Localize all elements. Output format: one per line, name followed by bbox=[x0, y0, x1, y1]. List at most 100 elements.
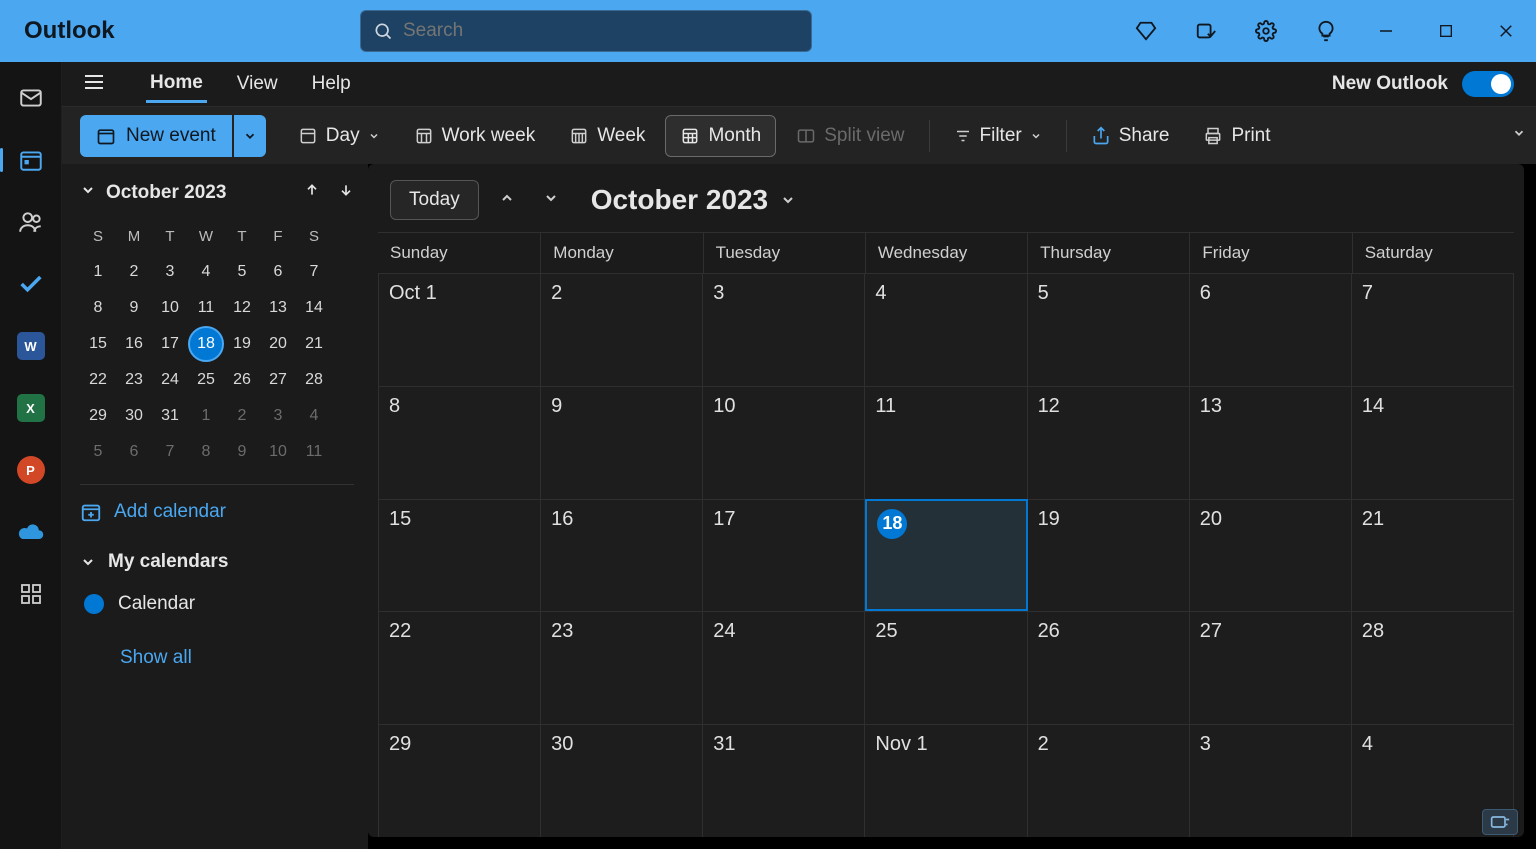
mini-day[interactable]: 11 bbox=[296, 434, 332, 470]
mini-day[interactable]: 2 bbox=[224, 398, 260, 434]
nav-toggle-icon[interactable] bbox=[82, 70, 110, 99]
today-button[interactable]: Today bbox=[390, 180, 479, 220]
mini-day[interactable]: 4 bbox=[296, 398, 332, 434]
day-cell[interactable]: 23 bbox=[541, 611, 703, 724]
rail-mail[interactable] bbox=[11, 78, 51, 118]
day-cell[interactable]: 13 bbox=[1190, 386, 1352, 499]
calendar-list-item[interactable]: Calendar bbox=[80, 593, 354, 615]
my-calendars-section[interactable]: My calendars bbox=[80, 551, 354, 573]
mini-day[interactable]: 13 bbox=[260, 290, 296, 326]
day-cell[interactable]: 25 bbox=[865, 611, 1027, 724]
day-cell[interactable]: 28 bbox=[1352, 611, 1514, 724]
new-outlook-toggle[interactable] bbox=[1462, 71, 1514, 97]
mini-day[interactable]: 7 bbox=[152, 434, 188, 470]
mini-day[interactable]: 27 bbox=[260, 362, 296, 398]
tab-home[interactable]: Home bbox=[146, 66, 207, 103]
day-cell[interactable]: 4 bbox=[865, 273, 1027, 386]
rail-todo[interactable] bbox=[11, 264, 51, 304]
mini-day[interactable]: 29 bbox=[80, 398, 116, 434]
mini-day[interactable]: 3 bbox=[260, 398, 296, 434]
mini-next-month[interactable] bbox=[338, 182, 354, 204]
mini-day[interactable]: 10 bbox=[152, 290, 188, 326]
day-cell[interactable]: 8 bbox=[379, 386, 541, 499]
day-cell[interactable]: 31 bbox=[703, 724, 865, 837]
show-all-link[interactable]: Show all bbox=[80, 647, 354, 669]
day-cell[interactable]: 22 bbox=[379, 611, 541, 724]
day-cell[interactable]: Oct 1 bbox=[379, 273, 541, 386]
mini-day[interactable]: 17 bbox=[152, 326, 188, 362]
day-cell[interactable]: 7 bbox=[1352, 273, 1514, 386]
mini-day[interactable]: 6 bbox=[116, 434, 152, 470]
rail-calendar[interactable] bbox=[11, 140, 51, 180]
mini-day[interactable]: 10 bbox=[260, 434, 296, 470]
tab-help[interactable]: Help bbox=[308, 67, 355, 101]
mini-day[interactable]: 2 bbox=[116, 254, 152, 290]
view-week-button[interactable]: Week bbox=[555, 115, 659, 157]
mini-day[interactable]: 3 bbox=[152, 254, 188, 290]
close-button[interactable] bbox=[1476, 0, 1536, 62]
share-button[interactable]: Share bbox=[1077, 115, 1184, 157]
rail-more-apps[interactable] bbox=[11, 574, 51, 614]
add-calendar-button[interactable]: Add calendar bbox=[80, 501, 354, 523]
mini-day[interactable]: 5 bbox=[224, 254, 260, 290]
mini-day[interactable]: 15 bbox=[80, 326, 116, 362]
rail-people[interactable] bbox=[11, 202, 51, 242]
next-period-button[interactable] bbox=[535, 190, 567, 211]
day-cell[interactable]: 24 bbox=[703, 611, 865, 724]
mini-day[interactable]: 9 bbox=[116, 290, 152, 326]
mini-day[interactable]: 1 bbox=[188, 398, 224, 434]
month-title-dropdown[interactable]: October 2023 bbox=[591, 184, 796, 216]
mini-day[interactable]: 23 bbox=[116, 362, 152, 398]
day-cell[interactable]: 11 bbox=[865, 386, 1027, 499]
minimize-button[interactable] bbox=[1356, 0, 1416, 62]
mini-day[interactable]: 9 bbox=[224, 434, 260, 470]
rail-excel[interactable]: X bbox=[11, 388, 51, 428]
day-cell[interactable]: 2 bbox=[541, 273, 703, 386]
feedback-button[interactable] bbox=[1482, 809, 1518, 835]
day-cell[interactable]: 15 bbox=[379, 499, 541, 612]
print-button[interactable]: Print bbox=[1189, 115, 1284, 157]
tab-view[interactable]: View bbox=[233, 67, 282, 101]
mini-day[interactable]: 14 bbox=[296, 290, 332, 326]
mini-day[interactable]: 16 bbox=[116, 326, 152, 362]
settings-icon[interactable] bbox=[1236, 0, 1296, 62]
mini-day[interactable]: 28 bbox=[296, 362, 332, 398]
mini-day[interactable]: 25 bbox=[188, 362, 224, 398]
mini-day[interactable]: 8 bbox=[80, 290, 116, 326]
mini-day[interactable]: 19 bbox=[224, 326, 260, 362]
mini-day[interactable]: 5 bbox=[80, 434, 116, 470]
day-cell[interactable]: 5 bbox=[1028, 273, 1190, 386]
rail-word[interactable]: W bbox=[11, 326, 51, 366]
day-cell[interactable]: 21 bbox=[1352, 499, 1514, 612]
maximize-button[interactable] bbox=[1416, 0, 1476, 62]
mini-day[interactable]: 21 bbox=[296, 326, 332, 362]
mini-day[interactable]: 8 bbox=[188, 434, 224, 470]
mini-day[interactable]: 1 bbox=[80, 254, 116, 290]
rail-powerpoint[interactable]: P bbox=[11, 450, 51, 490]
mini-day[interactable]: 11 bbox=[188, 290, 224, 326]
mini-day[interactable]: 24 bbox=[152, 362, 188, 398]
mini-day[interactable]: 22 bbox=[80, 362, 116, 398]
day-cell[interactable]: 2 bbox=[1028, 724, 1190, 837]
search-input[interactable] bbox=[403, 20, 799, 42]
day-cell[interactable]: 6 bbox=[1190, 273, 1352, 386]
day-cell[interactable]: 26 bbox=[1028, 611, 1190, 724]
day-cell[interactable]: 3 bbox=[703, 273, 865, 386]
day-cell[interactable]: Nov 1 bbox=[865, 724, 1027, 837]
view-workweek-button[interactable]: Work week bbox=[400, 115, 550, 157]
new-event-dropdown[interactable] bbox=[234, 115, 266, 157]
view-month-button[interactable]: Month bbox=[665, 115, 776, 157]
mini-collapse-icon[interactable] bbox=[80, 182, 96, 204]
day-cell[interactable]: 3 bbox=[1190, 724, 1352, 837]
day-cell[interactable]: 9 bbox=[541, 386, 703, 499]
mini-day[interactable]: 31 bbox=[152, 398, 188, 434]
mini-day[interactable]: 26 bbox=[224, 362, 260, 398]
new-event-button[interactable]: New event bbox=[80, 115, 232, 157]
search-box[interactable] bbox=[360, 10, 812, 52]
mini-day[interactable]: 12 bbox=[224, 290, 260, 326]
premium-icon[interactable] bbox=[1116, 0, 1176, 62]
prev-period-button[interactable] bbox=[491, 190, 523, 211]
day-cell[interactable]: 14 bbox=[1352, 386, 1514, 499]
day-cell[interactable]: 16 bbox=[541, 499, 703, 612]
day-cell[interactable]: 12 bbox=[1028, 386, 1190, 499]
